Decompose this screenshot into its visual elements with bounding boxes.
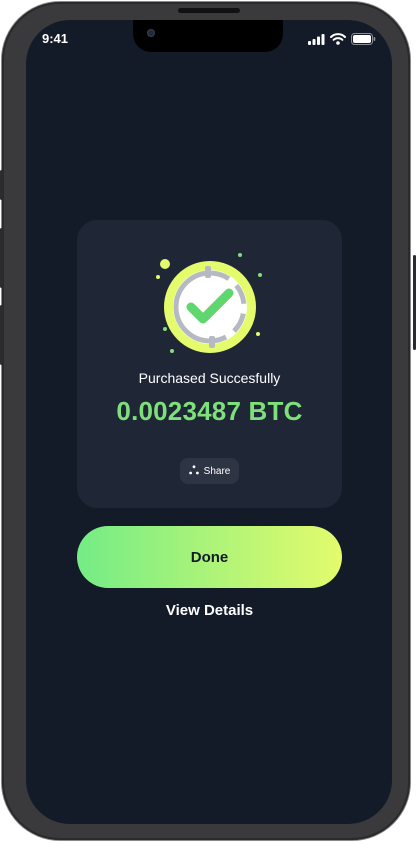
purchase-status-label: Purchased Succesfully [138, 370, 281, 386]
volume-up-button [0, 228, 3, 288]
front-camera [147, 29, 155, 37]
notch [133, 20, 283, 52]
status-icons [308, 32, 376, 50]
check-coin-icon [147, 244, 273, 370]
status-time: 9:41 [42, 31, 69, 46]
silent-switch [0, 170, 3, 200]
share-button[interactable]: Share [180, 458, 239, 484]
success-card: Purchased Succesfully 0.0023487 BTC Shar… [77, 220, 342, 508]
view-details-link[interactable]: View Details [77, 602, 342, 619]
signal-icon [308, 32, 325, 50]
battery-icon [351, 32, 376, 50]
earpiece-speaker [178, 8, 240, 13]
done-button[interactable]: Done [77, 526, 342, 588]
share-icon [188, 464, 199, 478]
app-screen: 9:41 Purchased Succesfully 0.0023487 BTC… [26, 20, 392, 824]
purchase-amount: 0.0023487 BTC [116, 396, 303, 426]
phone-device: 9:41 Purchased Succesfully 0.0023487 BTC… [0, 0, 416, 844]
volume-down-button [0, 305, 3, 365]
share-label: Share [203, 465, 231, 477]
wifi-icon [330, 32, 346, 50]
